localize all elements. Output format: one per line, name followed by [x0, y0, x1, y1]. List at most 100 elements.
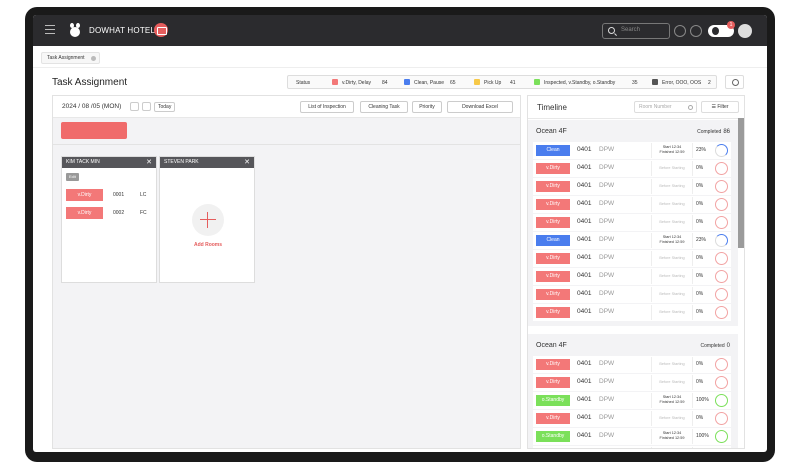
timeline-row[interactable]: o.Standby 0401 DPW Start 12:34 Finished 12:5… [533, 428, 731, 445]
progress-ring [715, 144, 728, 157]
avatar[interactable] [738, 24, 752, 38]
progress-ring [715, 252, 728, 265]
room-type: DPW [599, 164, 615, 171]
add-rooms-button[interactable] [192, 204, 224, 236]
staff-name: KIM TACK MIN [62, 157, 156, 168]
date-display: 2024 / 08 /05 (MON) [62, 103, 122, 110]
language-icon[interactable] [674, 25, 686, 37]
edit-button[interactable]: Edit [66, 173, 79, 181]
search-placeholder: Search [621, 27, 641, 33]
list-of-inspection-button[interactable]: List of Inspection [300, 101, 354, 113]
status-swatch [474, 79, 480, 85]
timeline-row[interactable]: v.Dirty0401DPWBefore Starting0% [533, 410, 731, 427]
room-number: 0401 [577, 254, 592, 261]
filter-label: Filter [717, 104, 729, 110]
time-info: Before Starting [651, 269, 693, 284]
progress-ring [715, 306, 728, 319]
room-code: FC [140, 210, 147, 216]
close-icon[interactable]: ✕ [244, 157, 250, 168]
finish-time: Finished 12:59 [659, 150, 685, 154]
timeline-row[interactable]: v.Dirty0401DPWBefore Starting0% [533, 286, 731, 303]
timeline-row[interactable]: v.Dirty0401DPWBefore Starting0% [533, 446, 731, 449]
timeline-row[interactable]: v.Dirty0401DPWBefore Starting0% [533, 268, 731, 285]
timeline-row[interactable]: v.Dirty0401DPWBefore Starting0% [533, 214, 731, 231]
progress-ring [715, 394, 728, 407]
finish-time: Finished 12:59 [659, 436, 685, 440]
room-row[interactable]: v.Dirty 0001 LC [66, 189, 152, 201]
room-search-input[interactable]: Room Number [634, 101, 697, 113]
progress-ring [715, 288, 728, 301]
assignment-panel: 2024 / 08 /05 (MON) Today List of Inspec… [52, 95, 521, 449]
timeline-row[interactable]: v.Dirty0401DPWBefore Starting0% [533, 374, 731, 391]
add-rooms-label[interactable]: Add Rooms [160, 242, 256, 248]
room-number: 0401 [577, 414, 592, 421]
unassigned-rooms-bar[interactable] [61, 122, 127, 139]
mail-icon[interactable] [154, 23, 168, 37]
room-type: DPW [599, 360, 615, 367]
status-tag: Clean [536, 235, 570, 246]
status-tag: v.Dirty [536, 413, 570, 424]
room-number: 0401 [577, 164, 592, 171]
scrollbar[interactable] [738, 118, 744, 248]
time-info: Start 12:34 Finished 12:59 [651, 429, 693, 444]
room-row[interactable]: v.Dirty 0002 FC [66, 207, 152, 219]
room-number: 0401 [577, 236, 592, 243]
staff-name: STEVEN PARK [160, 157, 254, 168]
time-info: Start 12:34 Finished 12:59 [651, 233, 693, 248]
progress-ring [715, 430, 728, 443]
tab-task-assignment[interactable]: Task Assignment [41, 52, 100, 64]
bell-icon[interactable] [690, 25, 702, 37]
prev-day-button[interactable] [130, 102, 139, 111]
timeline-row[interactable]: Clean 0401 DPW Start 12:34 Finished 12:59 23% [533, 142, 731, 159]
room-type: DPW [599, 182, 615, 189]
download-excel-button[interactable]: Download Excel [447, 101, 513, 113]
status-legend: Status v.Dirty, Delay 84 Clean, Pause 65 Pic… [287, 75, 717, 89]
timeline-row[interactable]: v.Dirty0401DPWBefore Starting0% [533, 304, 731, 321]
hamburger-menu-icon[interactable] [45, 25, 55, 34]
progress-percent: 0% [696, 273, 704, 279]
timeline-row[interactable]: v.Dirty0401DPWBefore Starting0% [533, 250, 731, 267]
progress-percent: 0% [696, 379, 704, 385]
tab-label: Task Assignment [47, 55, 85, 61]
room-number: 0401 [577, 200, 592, 207]
timeline-row[interactable]: v.Dirty0401DPWBefore Starting0% [533, 196, 731, 213]
status-tag: v.Dirty [536, 271, 570, 282]
next-day-button[interactable] [142, 102, 151, 111]
assignment-toolbar: 2024 / 08 /05 (MON) Today List of Inspec… [53, 96, 520, 118]
timeline-row[interactable]: o.Standby 0401 DPW Start 12:34 Finished 12:5… [533, 392, 731, 409]
timeline-row[interactable]: v.Dirty0401DPWBefore Starting0% [533, 356, 731, 373]
logo-icon [70, 23, 80, 37]
close-icon[interactable]: ✕ [146, 157, 152, 168]
room-type: DPW [599, 396, 615, 403]
room-number: 0401 [577, 396, 592, 403]
timeline-row[interactable]: v.Dirty0401DPWBefore Starting0% [533, 178, 731, 195]
timeline-row[interactable]: v.Dirty0401DPWBefore Starting0% [533, 160, 731, 177]
search-icon [688, 105, 693, 110]
progress-ring [715, 270, 728, 283]
cleaning-task-button[interactable]: Cleaning Task [360, 101, 408, 113]
search-input[interactable]: Search [602, 23, 670, 39]
room-type: DPW [599, 236, 615, 243]
today-button[interactable]: Today [154, 102, 176, 112]
screen: DOWHAT HOTEL Search 1 Task Assignment Ta… [33, 15, 767, 452]
close-icon[interactable] [90, 56, 96, 61]
group-title: Ocean 4F [536, 128, 567, 135]
room-number: 0401 [577, 378, 592, 385]
room-code: LC [140, 192, 147, 198]
status-item-count: 35 [632, 80, 638, 86]
timeline-row[interactable]: Clean 0401 DPW Start 12:34 Finished 12:59 23% [533, 232, 731, 249]
progress-percent: 0% [696, 415, 704, 421]
finish-time: Finished 12:59 [659, 240, 685, 244]
progress-ring [715, 448, 728, 449]
settings-icon[interactable] [725, 75, 744, 89]
priority-button[interactable]: Priority [412, 101, 442, 113]
status-tag: o.Standby [536, 395, 570, 406]
completed-label: Completed [697, 129, 722, 135]
status-item-label: Pick Up [484, 80, 502, 86]
progress-percent: 23% [696, 147, 707, 153]
filter-button[interactable]: ☰ Filter [701, 101, 739, 113]
room-number: 0401 [577, 360, 592, 367]
status-swatch [652, 79, 658, 85]
progress-percent: 0% [696, 361, 704, 367]
app-name: DOWHAT HOTEL [89, 26, 156, 35]
